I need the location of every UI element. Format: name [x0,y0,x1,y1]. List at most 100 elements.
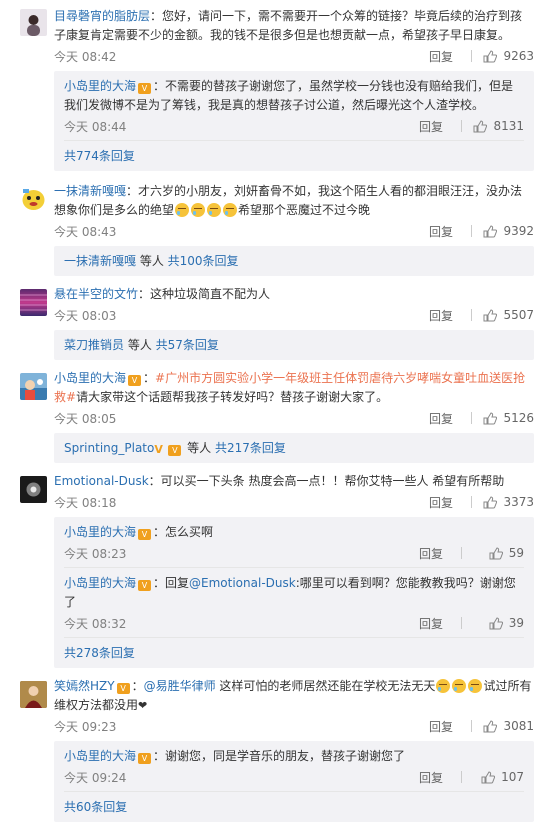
vip-badge-icon: V [138,753,152,764]
vip-badge-icon: V [128,375,142,386]
more-replies-user[interactable]: 一抹清新嘎嘎 [64,254,136,268]
avatar[interactable] [20,9,47,36]
more-replies-link[interactable]: 共774条回复 [64,141,524,171]
more-replies-count[interactable]: 共60条回复 [64,800,127,814]
comment-prefix: ： [131,679,144,693]
comment-text: 这样可怕的老师居然还能在学校无法无天 [215,679,436,693]
comment-item: Emotional-Dusk：可以买一下头条 热度会高一点！！帮你艾特一些人 希… [20,467,547,668]
comment-item: 目尋磬宵的脂肪层：您好，请问一下，需不需要开一个众筹的链接？毕竟后续的治疗到孩子… [20,0,547,171]
like-button[interactable]: 3081 [482,719,534,733]
vip-badge-icon: V [168,445,182,456]
reply-username[interactable]: 小岛里的大海 [64,576,136,590]
reply-button[interactable]: 回复 [429,718,471,735]
more-replies-count[interactable]: 共100条回复 [168,254,239,268]
reply-button[interactable]: 回复 [429,223,471,240]
comment-item: 小岛里的大海 V ：#广州市方圆实验小学一年级班主任体罚虐待六岁哮喘女童吐血送医抢救… [20,364,547,463]
like-button[interactable]: 5126 [482,411,534,425]
thumbs-up-icon [483,224,498,237]
more-replies-connector: 等人 [183,441,215,455]
thumbs-up-icon [483,49,498,62]
divider [471,50,472,62]
reply-username[interactable]: 小岛里的大海 [64,525,136,539]
reply-button[interactable]: 回复 [429,494,471,511]
like-button[interactable]: 8131 [472,119,524,133]
comment-username[interactable]: 小岛里的大海 [54,371,126,385]
more-replies-connector: 等人 [136,254,168,268]
like-count: 107 [501,770,524,784]
reply-time: 今天 08:44 [64,119,127,134]
reply-username[interactable]: 小岛里的大海 [64,749,136,763]
like-button[interactable]: 9392 [482,224,534,238]
reply-button[interactable]: 回复 [419,545,461,562]
like-button[interactable]: 39 [472,616,524,630]
divider [471,225,472,237]
vip-badge-icon: V [138,580,152,591]
like-count: 5126 [503,411,534,425]
reply-button[interactable]: 回复 [419,118,461,135]
comment-time: 今天 08:03 [54,308,117,323]
reply-time: 今天 08:32 [64,616,127,631]
reply-prefix: ：回复 [153,576,190,590]
comment-text: 请大家带这个话题帮我孩子转发好吗？替孩子谢谢大家了。 [76,390,389,404]
reply-button[interactable]: 回复 [429,410,471,427]
like-count: 5507 [503,308,534,322]
avatar-image [26,482,41,497]
more-replies-link[interactable]: 菜刀推销员 等人 共57条回复 [64,330,524,360]
black-heart-icon: ❤ [138,699,148,712]
more-replies-link[interactable]: 共278条回复 [64,638,524,668]
comment-time: 今天 08:43 [54,224,117,239]
avatar[interactable] [20,476,47,503]
reply-username[interactable]: 小岛里的大海 [64,79,136,93]
avatar[interactable] [20,681,47,708]
reply-button[interactable]: 回复 [429,48,471,65]
comment-username[interactable]: 笑嫣然HZY [54,679,115,693]
crying-emoji-icon [223,203,238,217]
like-button[interactable]: 9263 [482,49,534,63]
avatar-image [20,379,47,400]
like-button[interactable]: 5507 [482,308,534,322]
divider [461,771,462,783]
more-replies-count[interactable]: 共57条回复 [156,338,219,352]
comment-time: 今天 08:18 [54,495,117,510]
thumbs-up-icon [483,308,498,321]
more-replies-link[interactable]: Sprinting_PlatoV V 等人 共217条回复 [64,433,524,463]
more-replies-link[interactable]: 一抹清新嘎嘎 等人 共100条回复 [64,246,524,276]
like-button[interactable]: 59 [472,546,524,560]
more-replies-user[interactable]: Sprinting_Plato [64,441,154,455]
crying-emoji-icon [191,203,206,217]
vip-badge-icon: V [138,83,152,94]
comment-time: 今天 08:05 [54,411,117,426]
more-replies-count[interactable]: 共217条回复 [215,441,286,455]
like-count: 39 [508,616,524,630]
comment-text: ：这种垃圾简直不配为人 [138,287,271,301]
avatar[interactable] [20,186,47,213]
reply-text: ：谢谢您，同是学音乐的朋友，替孩子谢谢您了 [153,749,406,763]
like-count: 9263 [503,49,534,63]
reply-button[interactable]: 回复 [429,307,471,324]
vip-badge-icon: V [138,529,152,540]
mention-link[interactable]: @易胜华律师 [144,679,216,693]
divider [471,412,472,424]
reply-text: ：怎么买啊 [153,525,214,539]
comment-username[interactable]: 一抹清新嘎嘎 [54,184,126,198]
more-replies-link[interactable]: 共60条回复 [64,792,524,822]
more-replies-count[interactable]: 共774条回复 [64,149,135,163]
more-replies-user[interactable]: 菜刀推销员 [64,338,124,352]
divider [461,120,462,132]
reply-item: 小岛里的大海 V ：谢谢您，同是学音乐的朋友，替孩子谢谢您了 今天 09:24 回复… [64,741,524,792]
comment-username[interactable]: 目尋磬宵的脂肪层 [54,9,150,23]
comment-username[interactable]: 悬在半空的文竹 [54,287,138,301]
more-replies-count[interactable]: 共278条回复 [64,646,135,660]
comment-username[interactable]: Emotional-Dusk [54,474,149,488]
avatar[interactable] [20,289,47,316]
like-button[interactable]: 107 [472,770,524,784]
mention-link[interactable]: @Emotional-Dusk [189,576,296,590]
reply-list: 小岛里的大海 V ：谢谢您，同是学音乐的朋友，替孩子谢谢您了 今天 09:24 回复… [54,741,534,822]
like-count: 9392 [503,224,534,238]
avatar-image [20,681,47,708]
reply-button[interactable]: 回复 [419,769,461,786]
like-button[interactable]: 3373 [482,495,534,509]
reply-button[interactable]: 回复 [419,615,461,632]
like-count: 3081 [503,719,534,733]
avatar[interactable] [20,373,47,400]
